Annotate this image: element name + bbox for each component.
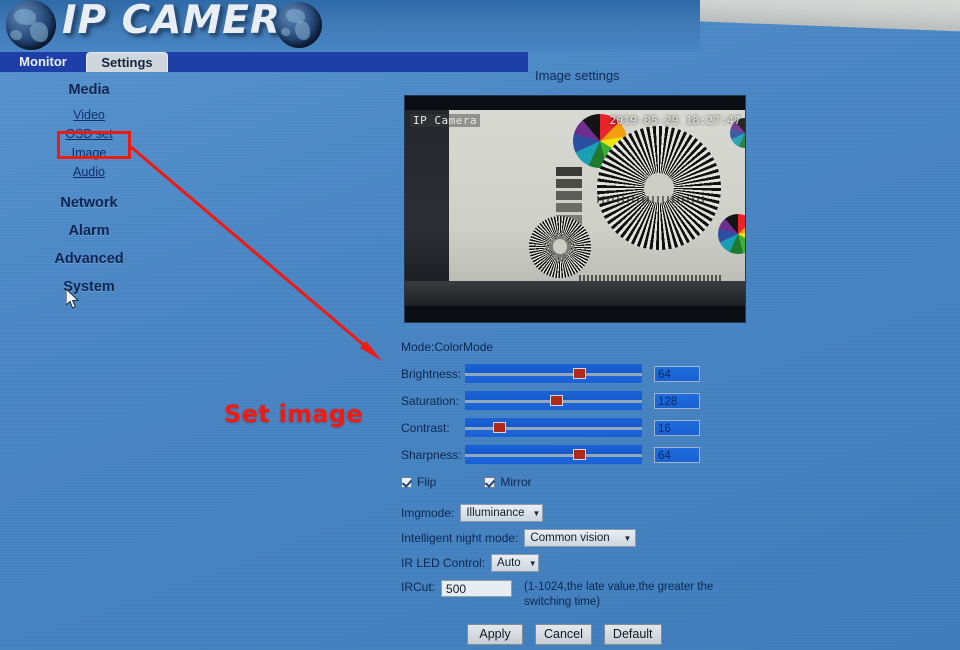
night-mode-select[interactable]: Common vision ▼ — [524, 529, 637, 547]
imgmode-value: Illuminance — [466, 507, 525, 519]
chart-fine-print — [597, 196, 704, 204]
tab-bar: Monitor Settings — [0, 52, 528, 72]
globe-icon — [276, 2, 322, 48]
saturation-label: Saturation: — [401, 393, 460, 408]
ircut-row: IRCut: 500 (1-1024,the late value,the gr… — [401, 580, 748, 610]
slider-row-brightness: Brightness: 64 — [401, 360, 751, 387]
page-title: Image settings — [535, 68, 620, 83]
resolution-star-large — [597, 125, 722, 250]
slider-track — [465, 427, 642, 430]
slider-row-sharpness: Sharpness: 64 — [401, 441, 751, 468]
brightness-label: Brightness: — [401, 366, 462, 381]
app-title: IP CAMERA — [62, 0, 313, 43]
ircut-input[interactable]: 500 — [441, 580, 513, 597]
brightness-value[interactable]: 64 — [654, 365, 700, 382]
default-button[interactable]: Default — [603, 624, 662, 645]
flip-mirror-row: Flip Mirror — [401, 475, 532, 489]
mirror-checkbox[interactable] — [484, 476, 496, 488]
cancel-button[interactable]: Cancel — [535, 624, 592, 645]
camera-web-ui: IP CAMERA Monitor Settings Media Video O… — [0, 0, 960, 650]
saturation-value[interactable]: 128 — [654, 392, 700, 409]
sidebar-item-audio[interactable]: Audio — [0, 163, 178, 181]
sidebar-nav: Media Video OSD set Image Audio Network … — [0, 78, 178, 303]
ir-led-row: IR LED Control: Auto ▼ — [401, 554, 540, 572]
sharpness-value[interactable]: 64 — [654, 446, 700, 463]
slider-thumb[interactable] — [572, 368, 586, 379]
color-wheel-icon — [718, 213, 745, 254]
action-buttons: Apply Cancel Default — [467, 624, 662, 645]
sharpness-slider[interactable] — [465, 445, 642, 464]
ir-led-label: IR LED Control: — [401, 556, 486, 570]
night-mode-value: Common vision — [530, 532, 610, 544]
osd-timestamp: 2019-05-29 18:27:47 — [609, 114, 741, 127]
night-mode-row: Intelligent night mode: Common vision ▼ — [401, 529, 637, 547]
mode-label: Mode:ColorMode — [401, 340, 494, 354]
slider-track — [465, 373, 642, 376]
tab-monitor[interactable]: Monitor — [8, 52, 78, 72]
ircut-label: IRCut: — [401, 580, 436, 594]
video-preview[interactable]: IP Camera 2019-05-29 18:27:47 — [404, 95, 746, 323]
flip-checkbox[interactable] — [401, 476, 412, 488]
sidebar-item-advanced[interactable]: Advanced — [0, 247, 178, 271]
ir-led-value: Auto — [497, 557, 521, 569]
annotation-highlight-box — [57, 131, 131, 159]
scene-floor — [405, 280, 745, 306]
image-adjust-sliders: Brightness: 64 Saturation: 128 Contrast: — [401, 360, 751, 468]
slider-row-contrast: Contrast: 16 — [401, 414, 751, 441]
slider-track — [465, 454, 642, 457]
imgmode-row: Imgmode: Illuminance ▼ — [401, 504, 544, 522]
sidebar-item-network[interactable]: Network — [0, 191, 178, 215]
slider-thumb[interactable] — [549, 395, 563, 406]
slider-thumb[interactable] — [493, 422, 507, 433]
globe-icon — [6, 0, 56, 50]
chevron-down-icon: ▼ — [532, 508, 541, 518]
sidebar-item-alarm[interactable]: Alarm — [0, 219, 178, 243]
tab-settings[interactable]: Settings — [86, 52, 168, 72]
imgmode-label: Imgmode: — [401, 506, 455, 520]
contrast-value[interactable]: 16 — [654, 419, 700, 436]
video-scene — [405, 110, 745, 306]
ir-led-select[interactable]: Auto ▼ — [491, 554, 540, 572]
app-header: IP CAMERA — [0, 0, 700, 52]
sidebar-item-media[interactable]: Media — [0, 78, 178, 102]
chevron-down-icon: ▼ — [528, 558, 537, 568]
apply-button[interactable]: Apply — [467, 624, 523, 645]
imgmode-select[interactable]: Illuminance ▼ — [460, 504, 544, 522]
osd-camera-name: IP Camera — [410, 114, 481, 127]
chevron-down-icon: ▼ — [623, 533, 632, 543]
sidebar-item-video[interactable]: Video — [0, 106, 178, 124]
night-mode-label: Intelligent night mode: — [401, 531, 519, 545]
flip-label: Flip — [417, 475, 437, 489]
brightness-slider[interactable] — [465, 364, 642, 383]
sidebar-item-system[interactable]: System — [0, 275, 178, 299]
annotation-label: Set image — [224, 400, 363, 428]
scene-wall — [405, 110, 453, 306]
mouse-cursor-icon — [66, 289, 80, 309]
sharpness-label: Sharpness: — [401, 447, 462, 462]
slider-row-saturation: Saturation: 128 — [401, 387, 751, 414]
contrast-label: Contrast: — [401, 420, 450, 435]
scene-test-chart — [449, 110, 745, 306]
contrast-slider[interactable] — [465, 418, 642, 437]
resolution-star-small — [529, 215, 592, 278]
saturation-slider[interactable] — [465, 391, 642, 410]
slider-thumb[interactable] — [572, 449, 586, 460]
mirror-label: Mirror — [500, 475, 532, 489]
ircut-hint: (1-1024,the late value,the greater the s… — [524, 581, 714, 608]
